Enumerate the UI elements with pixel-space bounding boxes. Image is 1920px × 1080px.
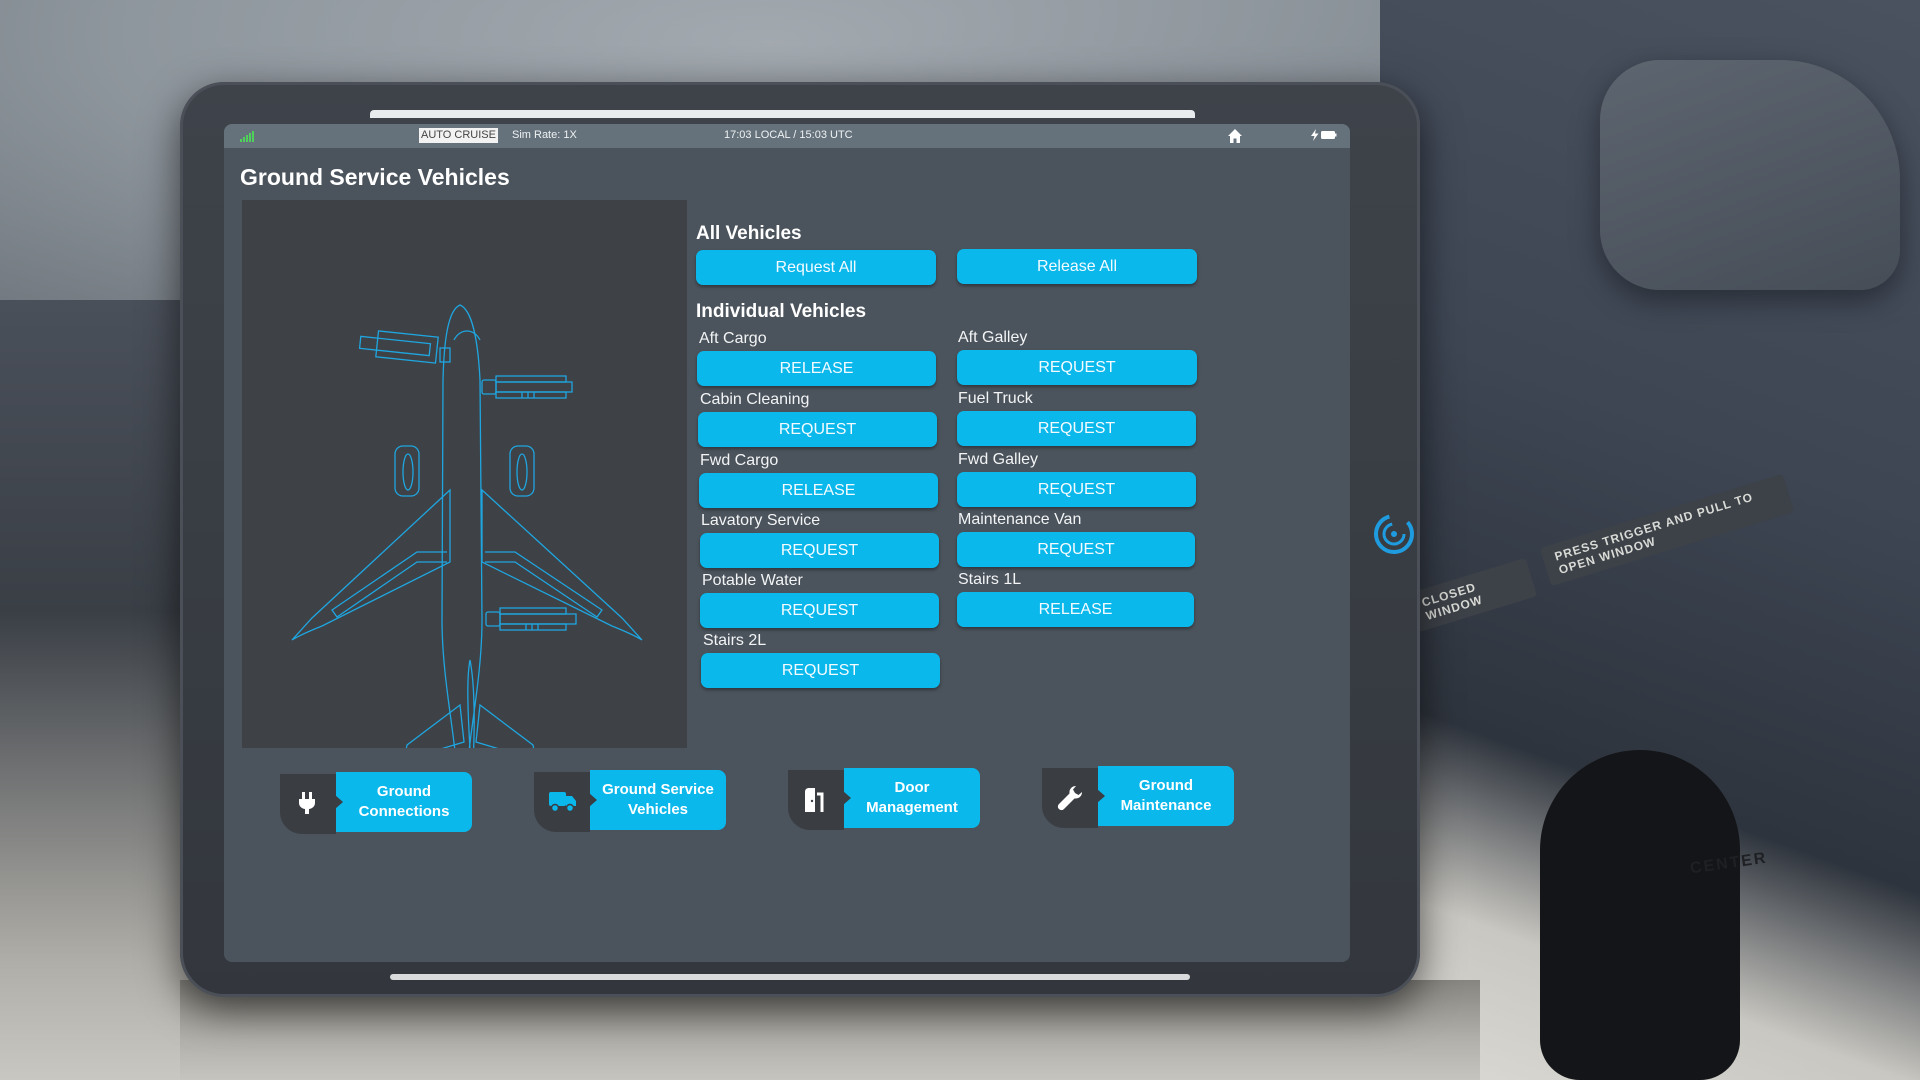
aft-galley-button[interactable]: REQUEST (957, 350, 1197, 385)
vehicle-label-aft-galley: Aft Galley (958, 329, 1028, 346)
vehicle-label-fuel-truck: Fuel Truck (958, 390, 1033, 407)
fwd-cargo-button[interactable]: RELEASE (699, 473, 938, 508)
vehicle-label-fwd-galley: Fwd Galley (958, 451, 1039, 468)
release-all-button[interactable]: Release All (957, 249, 1197, 284)
truck-vehicle-diagram-fwd (481, 375, 573, 399)
efb-tablet: AUTO CRUISE Sim Rate: 1X 17:03 LOCAL / 1… (180, 82, 1420, 997)
cabin-cleaning-button[interactable]: REQUEST (698, 412, 937, 447)
tablet-side-button[interactable] (1372, 512, 1416, 556)
lavatory-service-button[interactable]: REQUEST (700, 533, 939, 568)
vehicle-label-aft-cargo: Aft Cargo (699, 330, 767, 347)
stairs-vehicle-diagram (358, 330, 451, 364)
nav-ground-maintenance[interactable]: Ground Maintenance (1042, 764, 1234, 828)
vehicle-label-fwd-cargo: Fwd Cargo (700, 452, 779, 469)
nav-door-management[interactable]: Door Management (788, 766, 980, 830)
potable-water-button[interactable]: REQUEST (700, 593, 939, 628)
vehicle-label-cabin-cleaning: Cabin Cleaning (700, 391, 810, 408)
nav-label-line1: Ground (376, 783, 432, 800)
nav-label-line1: Ground Service (602, 781, 714, 798)
wrench-icon (1057, 786, 1082, 811)
nav-label-line1: Ground (1138, 777, 1194, 794)
cockpit-knob (1540, 750, 1740, 1080)
left-h-stabilizer (405, 703, 465, 748)
fwd-galley-button[interactable]: REQUEST (957, 472, 1196, 507)
nav-label-line2: Vehicles (627, 801, 689, 818)
left-engine (394, 445, 420, 497)
nav-label-line2: Connections (358, 803, 450, 820)
stairs-2l-button[interactable]: REQUEST (701, 653, 940, 688)
plug-icon (299, 792, 315, 814)
charging-battery-icon (1311, 129, 1337, 141)
sim-rate: Sim Rate: 1X (512, 129, 577, 141)
window-latch-handle (1600, 60, 1900, 290)
aircraft-diagram-panel (242, 200, 687, 748)
vehicle-label-maintenance-van: Maintenance Van (958, 511, 1082, 528)
all-vehicles-heading: All Vehicles (696, 223, 802, 244)
aircraft-diagram (291, 304, 643, 748)
clock: 17:03 LOCAL / 15:03 UTC (724, 129, 853, 141)
truck-icon (549, 792, 576, 813)
tablet-screen: AUTO CRUISE Sim Rate: 1X 17:03 LOCAL / 1… (224, 124, 1350, 962)
aft-cargo-button[interactable]: RELEASE (697, 351, 936, 386)
vehicle-label-stairs-2l: Stairs 2L (703, 632, 767, 649)
vehicle-label-lavatory-service: Lavatory Service (701, 512, 821, 529)
nav-ground-service-vehicles[interactable]: Ground Service Vehicles (534, 768, 726, 832)
vehicle-label-stairs-1l: Stairs 1L (958, 571, 1022, 588)
signal-bars-icon (240, 130, 256, 142)
nav-label-line2: Maintenance (1120, 797, 1212, 814)
fuselage-outline (441, 304, 483, 748)
right-h-stabilizer (475, 703, 535, 748)
status-bar: AUTO CRUISE Sim Rate: 1X 17:03 LOCAL / 1… (224, 124, 1350, 148)
left-wing-flap (331, 551, 447, 618)
maintenance-van-button[interactable]: REQUEST (957, 532, 1195, 567)
nav-label-line2: Management (866, 799, 958, 816)
door-icon (805, 788, 824, 812)
left-wing (291, 488, 451, 641)
right-wing (481, 488, 643, 641)
autopilot-mode-badge: AUTO CRUISE (419, 128, 498, 143)
home-icon[interactable] (1227, 128, 1243, 144)
stairs-1l-button[interactable]: RELEASE (957, 592, 1194, 627)
vehicle-label-potable-water: Potable Water (702, 572, 803, 589)
tablet-top-edge (370, 110, 1195, 118)
request-all-button[interactable]: Request All (696, 250, 936, 285)
fuel-truck-button[interactable]: REQUEST (957, 411, 1196, 446)
bottom-navigation: Ground Connections Ground Service Vehicles (224, 764, 1350, 834)
page-title: Ground Service Vehicles (240, 164, 510, 190)
individual-vehicles-heading: Individual Vehicles (696, 301, 867, 322)
truck-vehicle-diagram-aft (485, 607, 577, 631)
nav-label-line1: Door (894, 779, 930, 796)
tablet-bottom-edge (390, 974, 1190, 980)
nav-ground-connections[interactable]: Ground Connections (280, 770, 472, 834)
